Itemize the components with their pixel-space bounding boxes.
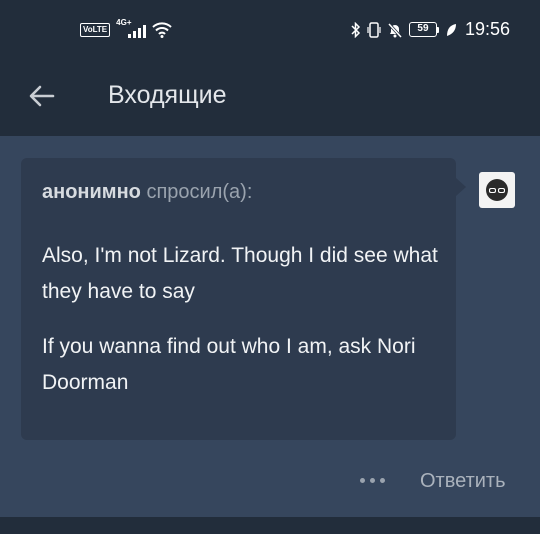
ask-paragraph: Also, I'm not Lizard. Though I did see w… [42,244,438,303]
avatar[interactable] [479,172,515,208]
volte-icon: VoLTE [80,23,111,37]
bluetooth-icon [351,21,361,38]
status-left: VoLTE 4G+ [80,18,172,40]
mute-bell-icon [387,22,403,38]
anonymous-avatar-icon [486,179,508,201]
status-bar: VoLTE 4G+ 59 19:56 [0,0,540,58]
more-dots-icon [360,477,365,483]
arrow-left-icon [29,85,55,107]
app-bar: Входящие [0,58,540,136]
leaf-icon [446,23,456,36]
ask-card: анонимно спросил(а): Also, I'm not Lizar… [21,158,456,440]
page-title: Входящие [108,81,227,109]
ask-verb: спросил(а): [146,181,253,203]
battery-level: 59 [408,22,437,37]
clock: 19:56 [464,19,510,39]
asker-name: анонимно [42,181,141,203]
status-right: 59 19:56 [351,19,510,40]
wifi-icon [152,22,172,38]
more-options-button[interactable] [360,470,390,490]
ask-body: Also, I'm not Lizard. Though I did see w… [42,238,442,420]
battery-icon: 59 [408,22,439,37]
vibrate-icon [367,21,381,38]
reply-button[interactable]: Ответить [420,469,506,493]
bubble-tail [456,178,466,196]
bottom-divider [0,517,540,534]
ask-paragraph: If you wanna find out who I am, ask Nori… [42,335,416,394]
signal-icon: 4G+ [116,18,147,40]
ask-header: анонимно спросил(а): [42,180,252,204]
back-button[interactable] [26,80,58,112]
